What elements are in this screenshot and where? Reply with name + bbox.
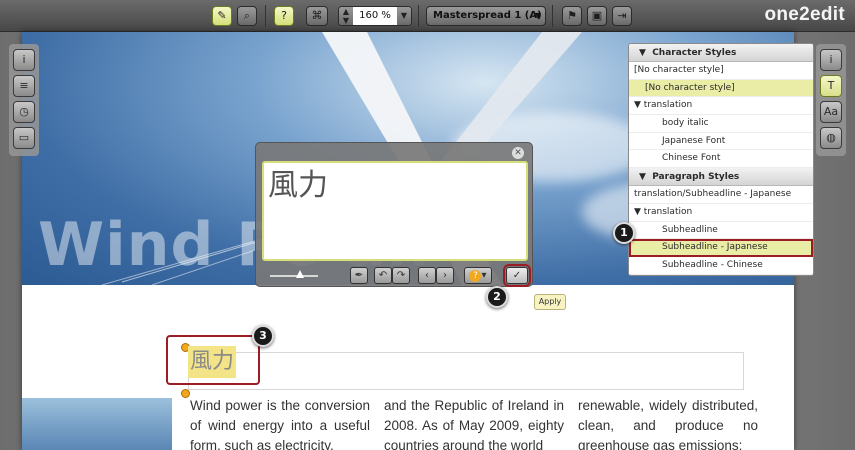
help-icon[interactable]: ? [274,6,294,26]
paragraph-style-subheadline[interactable]: Subheadline [629,222,813,240]
info-panel-icon[interactable]: i [820,49,842,71]
layers-icon[interactable]: ≡ [13,75,35,97]
paragraph-style-group[interactable]: ▼ translation [629,204,813,222]
subheadline-frame[interactable] [188,352,744,390]
callout-badge-2: 2 [486,286,508,308]
paragraph-style-group-label: translation [643,206,693,217]
next-icon[interactable]: › [436,267,454,284]
paragraph-styles-title: Paragraph Styles [652,172,740,183]
character-style-current: [No character style] [629,62,813,80]
comment-icon[interactable]: ▭ [13,127,35,149]
styles-panel: ▼ Character Styles [No character style] … [628,43,814,276]
pdf-icon[interactable]: ⚑ [562,6,582,26]
zoom-stepper-icon[interactable]: ▲ ▼ [339,7,353,25]
previous-icon[interactable]: ‹ [418,267,436,284]
save-icon[interactable]: ▣ [587,6,607,26]
font-icon[interactable]: Aa [820,101,842,123]
character-style-none[interactable]: [No character style] [629,79,813,98]
callout-badge-1: 1 [613,222,635,244]
zoom-control[interactable]: ▲ ▼ 160 % ▼ [338,6,412,26]
character-styles-title: Character Styles [652,48,737,58]
undo-icon[interactable]: ↶ [374,267,392,284]
character-style-group-label: translation [643,100,693,111]
callout-badge-3: 3 [252,325,274,347]
toolbar-divider [552,5,553,27]
apply-tooltip: Apply [534,294,566,310]
history-icon[interactable]: ◷ [13,101,35,123]
apply-button[interactable]: ✓ [503,264,531,287]
character-style-japanese-font[interactable]: Japanese Font [629,133,813,151]
left-toolbar: i ≡ ◷ ▭ [9,44,39,156]
help-menu-button[interactable]: ? ▾ [464,267,492,284]
top-toolbar: ✎ ⌕ ? ⌘ ▲ ▼ 160 % ▼ Masterspread 1 (A) ▼ … [0,0,855,32]
paragraph-style-subheadline-japanese[interactable]: Subheadline - Japanese [629,239,813,257]
text-column-2[interactable]: and the Republic of Ireland in 2008. As … [384,396,564,450]
spread-select-label: Masterspread 1 (A) [433,10,542,21]
redo-icon[interactable]: ↷ [392,267,410,284]
zoom-dropdown-icon[interactable]: ▼ [397,7,411,25]
text-column-1[interactable]: Wind power is the conversion of wind ene… [190,396,370,450]
right-toolbar: i T Aa ◍ [816,44,846,156]
zoom-value[interactable]: 160 % [353,7,397,25]
toolbar-divider [265,5,266,27]
close-icon[interactable]: ✕ [512,147,524,159]
exit-icon[interactable]: ⇥ [612,6,632,26]
edit-marker-icon[interactable] [181,389,190,398]
globe-icon[interactable]: ◍ [820,127,842,149]
character-style-chinese-font[interactable]: Chinese Font [629,150,813,169]
text-column-3[interactable]: renewable, widely distributed, clean, an… [578,396,758,450]
character-style-body-italic[interactable]: body italic [629,115,813,133]
binoculars-icon[interactable]: ⌘ [306,6,328,26]
search-icon[interactable]: ⌕ [237,6,257,26]
translation-textarea[interactable]: 風力 [262,161,528,261]
spread-select[interactable]: Masterspread 1 (A) ▼ [426,6,546,26]
character-style-group[interactable]: ▼ translation [629,97,813,116]
text-styles-icon[interactable]: T [820,75,842,97]
font-size-slider[interactable] [270,275,318,277]
paragraph-styles-header[interactable]: ▼ Paragraph Styles [629,168,813,187]
translation-editor: ✕ 風力 ✒ ↶ ↷ ‹ › ? ▾ ✓ [255,142,533,287]
slider-knob-icon[interactable] [296,270,304,278]
toolbar-divider [418,5,419,27]
chevron-down-icon: ▼ [534,11,541,20]
paragraph-style-subheadline-chinese[interactable]: Subheadline - Chinese [629,257,813,275]
info-icon[interactable]: i [13,49,35,71]
paragraph-style-current: translation/Subheadline - Japanese [629,186,813,204]
help-icon: ? [469,270,482,282]
app-logo: one2edit [764,4,845,25]
turbine-thumbnail [22,398,172,450]
character-styles-header[interactable]: ▼ Character Styles [629,44,813,62]
subheadline-highlight-box [166,335,260,385]
eyedropper-icon[interactable]: ✒ [350,267,368,284]
edit-pencil-icon[interactable]: ✎ [212,6,232,26]
